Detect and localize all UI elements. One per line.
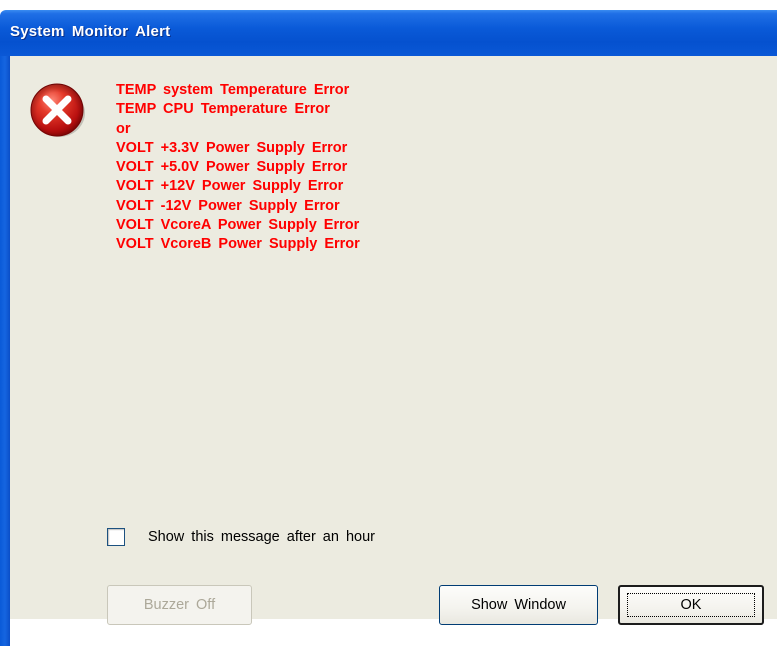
error-message-line: VOLT VcoreA Power Supply Error <box>116 217 360 234</box>
ok-button[interactable]: OK <box>618 585 764 625</box>
window-frame-left <box>0 56 10 646</box>
error-message-line: VOLT +12V Power Supply Error <box>116 178 344 195</box>
show-after-hour-checkbox[interactable] <box>107 528 125 546</box>
show-after-hour-option[interactable]: Show this message after an hour <box>107 526 375 548</box>
error-message-line: TEMP CPU Temperature Error <box>116 101 330 118</box>
title-bar[interactable]: System Monitor Alert <box>0 10 777 56</box>
buzzer-off-button[interactable]: Buzzer Off <box>107 585 252 625</box>
show-window-button[interactable]: Show Window <box>439 585 598 625</box>
error-message-line: or <box>116 120 131 137</box>
alert-window: System Monitor Alert TEMP system Tempera… <box>0 0 777 646</box>
window-title: System Monitor Alert <box>10 23 171 40</box>
show-after-hour-label[interactable]: Show this message after an hour <box>148 529 375 545</box>
error-message-line: VOLT VcoreB Power Supply Error <box>116 236 360 253</box>
error-message-list: TEMP system Temperature Error TEMP CPU Te… <box>116 81 360 255</box>
error-message-line: VOLT +5.0V Power Supply Error <box>116 159 348 176</box>
error-x-icon <box>30 83 85 137</box>
error-message-line: VOLT +3.3V Power Supply Error <box>116 139 348 156</box>
focus-ring <box>627 593 755 617</box>
error-message-line: TEMP system Temperature Error <box>116 82 350 98</box>
error-message-line: VOLT -12V Power Supply Error <box>116 197 340 214</box>
